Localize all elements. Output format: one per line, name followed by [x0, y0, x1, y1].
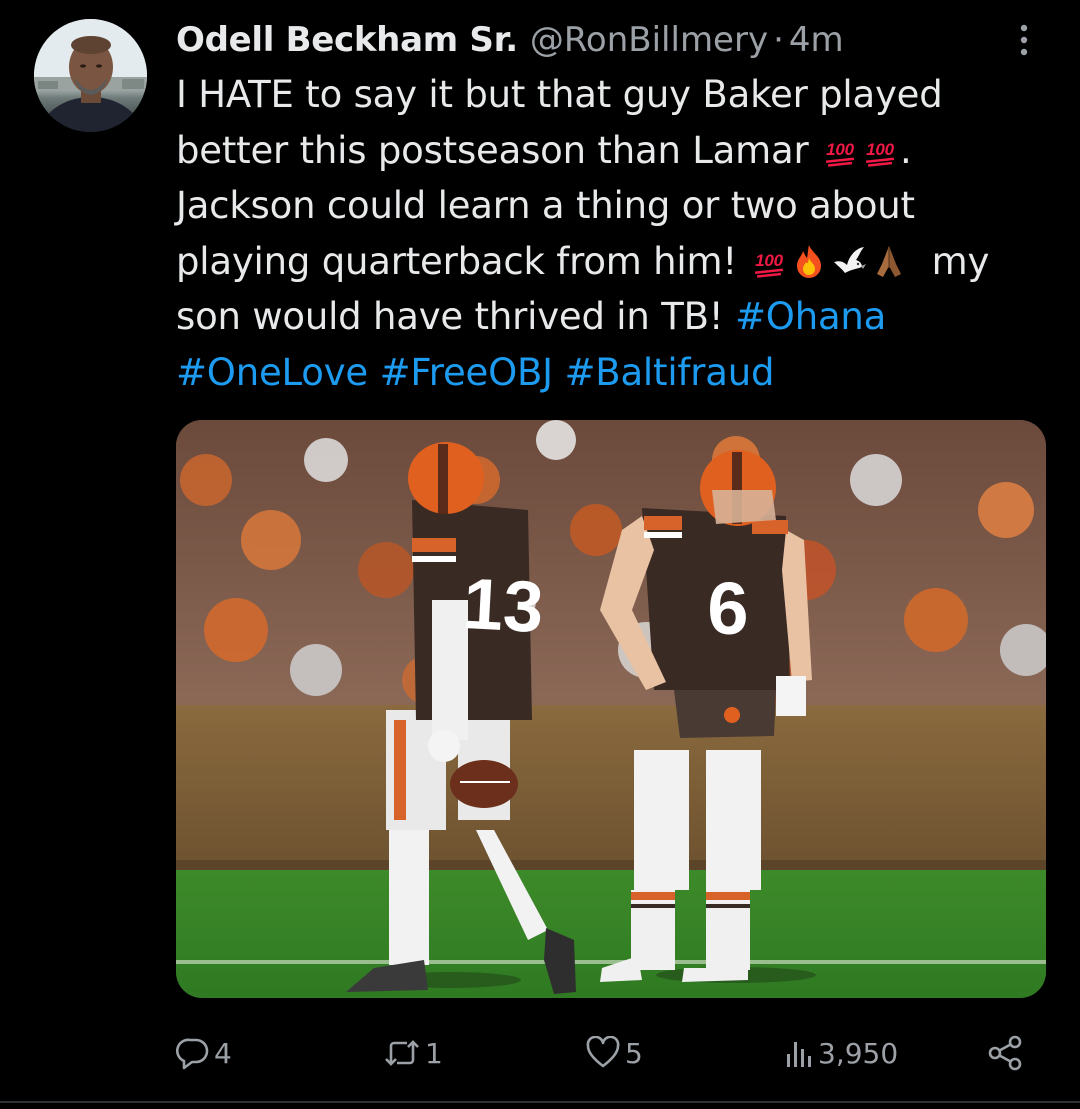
tweet-text-segment: [368, 351, 380, 394]
vertical-ellipsis-icon: [1019, 23, 1029, 61]
tweet-text-segment: I HATE to say it but that guy Baker play…: [176, 73, 943, 116]
svg-text:100: 100: [755, 251, 784, 270]
tweet-text-segment: better this postseason than Lamar: [176, 128, 821, 172]
like-count: 5: [625, 1036, 643, 1070]
retweet-button[interactable]: 1: [383, 1025, 443, 1081]
retweet-count: 1: [425, 1036, 443, 1070]
tweet-text-line: son would have thrived in TB! #Ohana: [176, 289, 1056, 345]
hashtag-link[interactable]: #OneLove: [176, 351, 368, 394]
hashtag-link[interactable]: #Baltifraud: [564, 351, 774, 394]
tweet-actions: 4 1 5 3,950: [0, 1025, 1080, 1081]
display-name[interactable]: Odell Beckham Sr.: [176, 18, 518, 62]
share-button[interactable]: [986, 1025, 1024, 1081]
like-button[interactable]: 5: [585, 1025, 643, 1081]
tweet[interactable]: Odell Beckham Sr. @RonBillmery · 4m I HA…: [0, 0, 1080, 1109]
hashtag-link[interactable]: #Ohana: [735, 295, 886, 338]
share-nodes-icon: [986, 1035, 1024, 1071]
speech-bubble-icon: [176, 1036, 210, 1070]
tweet-text-line: better this postseason than Lamar 100 100…: [176, 123, 1056, 179]
reply-button[interactable]: 4: [176, 1025, 232, 1081]
tweet-text-line: I HATE to say it but that guy Baker play…: [176, 67, 1056, 123]
hundred-points-emoji-icon: 100: [750, 242, 788, 280]
separator-dot: ·: [773, 20, 784, 60]
user-handle[interactable]: @RonBillmery: [530, 18, 768, 62]
tweet-text-line: Jackson could learn a thing or two about: [176, 178, 1056, 234]
dove-emoji-icon: [830, 242, 868, 280]
svg-text:100: 100: [826, 140, 855, 159]
hundred-points-emoji-icon: 100: [821, 131, 859, 169]
bar-chart-icon: [784, 1036, 814, 1070]
tweet-photo[interactable]: 13 6: [176, 420, 1046, 998]
avatar[interactable]: [34, 19, 147, 132]
tweet-text: I HATE to say it but that guy Baker play…: [176, 67, 1056, 400]
tweet-text-line: #OneLove #FreeOBJ #Baltifraud: [176, 345, 1056, 401]
tweet-header: Odell Beckham Sr. @RonBillmery · 4m: [176, 18, 844, 62]
fire-emoji-icon: [790, 242, 828, 280]
views-button[interactable]: 3,950: [784, 1025, 898, 1081]
hundred-points-emoji-icon: 100: [861, 131, 899, 169]
jersey-number-13: 13: [461, 564, 545, 648]
tweet-text-segment: Jackson could learn a thing or two about: [176, 184, 915, 227]
heart-icon: [585, 1036, 621, 1070]
folded-hands-emoji-icon: [870, 242, 908, 280]
hashtag-link[interactable]: #FreeOBJ: [380, 351, 554, 394]
retweet-icon: [383, 1036, 421, 1070]
more-options-button[interactable]: [1004, 22, 1044, 62]
tweet-text-segment: my: [908, 239, 990, 283]
tweet-text-segment: [553, 351, 565, 394]
view-count: 3,950: [818, 1036, 899, 1070]
reply-count: 4: [214, 1036, 232, 1070]
tweet-text-segment: playing quarterback from him!: [176, 239, 749, 283]
tweet-text-segment: son would have thrived in TB!: [176, 295, 735, 338]
svg-text:100: 100: [866, 140, 895, 159]
tweet-text-line: playing quarterback from him! 100 my: [176, 234, 1056, 290]
tweet-text-segment: .: [900, 128, 912, 172]
timestamp[interactable]: 4m: [789, 18, 844, 62]
bottom-divider: [0, 1101, 1080, 1103]
jersey-number-6: 6: [707, 567, 748, 650]
